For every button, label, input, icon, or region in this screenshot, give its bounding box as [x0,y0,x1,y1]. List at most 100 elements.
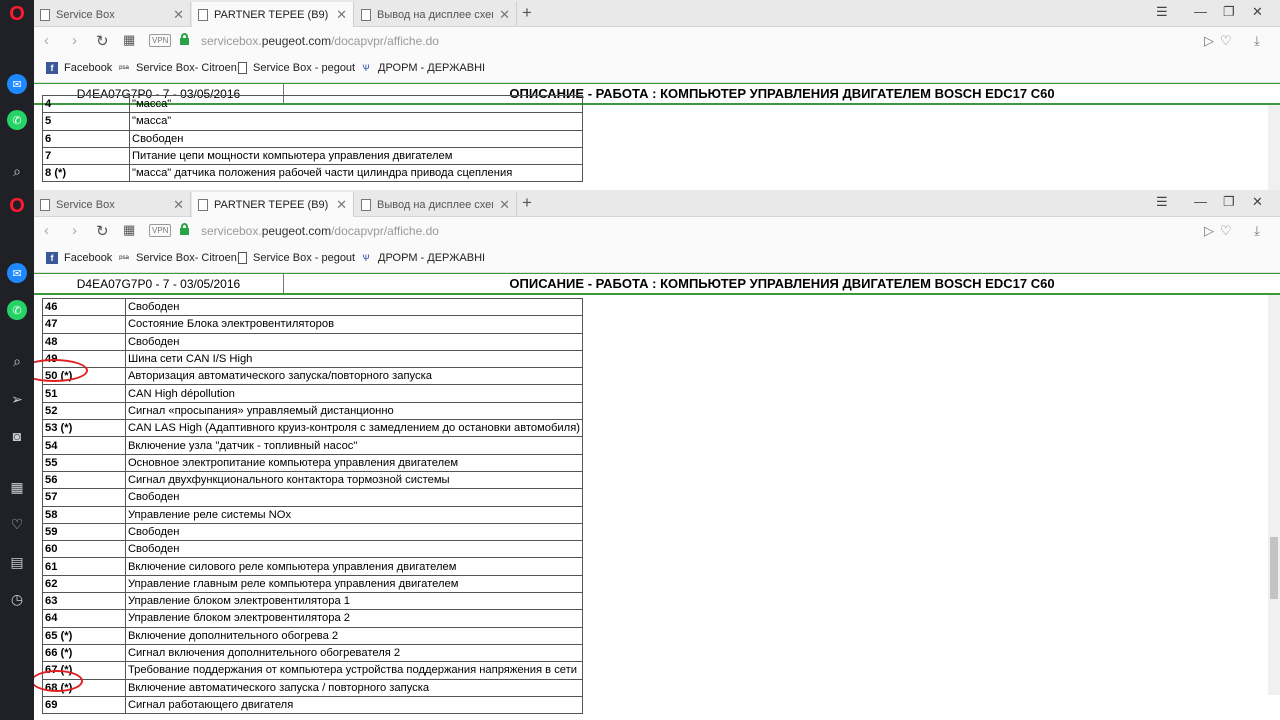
opera-logo-icon-2[interactable]: O [7,195,27,217]
psa-icon: ᵖˢᵃ [119,63,129,73]
pin-description: Свободен [124,540,584,559]
bookmark-heart-icon[interactable]: ♡ [1220,33,1232,49]
close-icon[interactable]: ✕ [499,7,510,23]
bookmarks-bar: f Facebook ᵖˢᵃ Service Box- Citroen Servic… [34,245,1280,273]
tab-schema-display[interactable]: Вывод на дисплее схемы ✕ [355,192,517,217]
table-row: 61 Включение силового реле компьютера упр… [42,557,584,576]
document-content[interactable]: 4 "масса" 5 "масса" 6 Свободен 7 Питание цепи м… [34,94,1280,190]
opera-sidebar: O ✉ ✆ ⌕ O ✉ ✆ ⌕ ➢ ◙ ▦ ♡ ▤ ◷ [0,0,34,720]
snapshot-icon[interactable]: ▷ [1204,223,1214,239]
trident-icon: Ѱ [362,253,370,263]
tab-service-box[interactable]: Service Box ✕ [34,192,191,217]
table-row: 53 (*) CAN LAS High (Адаптивного круиз-ко… [42,419,584,438]
trident-icon: Ѱ [362,63,370,73]
pin-number: 64 [42,609,126,628]
pin-number: 51 [42,384,126,403]
close-icon[interactable]: ✕ [499,197,510,213]
pin-number: 8 (*) [42,164,130,183]
table-row: 7 Питание цепи мощности компьютера управл… [42,146,583,166]
bookmark-pegout[interactable]: Service Box - pegout [238,252,355,264]
reload-icon[interactable]: ↻ [96,32,109,50]
search-icon[interactable]: ⌕ [7,161,27,181]
camera-icon[interactable]: ◙ [7,426,27,446]
table-row: 52 Сигнал «просыпания» управляемый дистан… [42,401,584,421]
pin-description: "масса" [129,112,583,131]
pin-number: 62 [42,574,126,594]
speed-dial-icon[interactable]: ▦ [123,222,135,238]
messenger-icon-2[interactable]: ✉ [7,263,27,283]
close-icon[interactable]: ✕ [336,197,347,213]
close-icon[interactable]: ✕ [173,197,184,213]
scrollbar-thumb[interactable] [1270,537,1278,599]
forward-icon[interactable]: › [72,32,77,49]
pin-description: Управление реле системы NOx [124,505,584,524]
tab-service-box[interactable]: Service Box ✕ [34,2,191,27]
document-content[interactable]: 46 Свободен 47 Состояние Блока электровенти… [34,295,1280,715]
tab-menu-icon[interactable]: ☰ [1156,4,1168,20]
pin-number: 56 [42,470,126,490]
tab-schema-display[interactable]: Вывод на дисплее схемы ✕ [355,2,517,27]
url-field[interactable]: servicebox.peugeot.com/docapvpr/affiche.… [201,224,439,238]
whatsapp-icon[interactable]: ✆ [7,110,27,130]
whatsapp-icon-2[interactable]: ✆ [7,300,27,320]
scrollbar[interactable] [1268,295,1280,695]
back-icon[interactable]: ‹ [44,222,49,239]
news-icon[interactable]: ▤ [7,552,27,572]
send-icon[interactable]: ➢ [7,389,27,409]
vpn-badge[interactable]: VPN [149,224,172,237]
url-field[interactable]: servicebox.peugeot.com/docapvpr/affiche.… [201,34,439,48]
bookmark-drorm[interactable]: Ѱ ДРОРМ - ДЕРЖАВНІ [360,252,485,264]
pin-number: 4 [42,94,130,114]
table-row: 46 Свободен [42,297,584,317]
snapshot-icon[interactable]: ▷ [1204,33,1214,49]
bookmark-facebook[interactable]: f Facebook [46,252,112,264]
pin-number: 65 (*) [42,626,126,645]
restore-icon[interactable]: ❐ [1223,4,1235,20]
history-icon[interactable]: ◷ [7,589,27,609]
search-icon-2[interactable]: ⌕ [7,351,27,371]
back-icon[interactable]: ‹ [44,32,49,49]
reload-icon[interactable]: ↻ [96,222,109,240]
forward-icon[interactable]: › [72,222,77,239]
pin-description: Включение силового реле компьютера управ… [124,557,584,576]
bookmark-pegout[interactable]: Service Box - pegout [238,62,355,74]
restore-icon[interactable]: ❐ [1223,194,1235,210]
heart-icon[interactable]: ♡ [7,514,27,534]
close-icon[interactable]: ✕ [173,7,184,23]
facebook-icon: f [46,62,58,74]
pin-number: 60 [42,540,126,559]
speed-dial-icon[interactable]: ▦ [7,477,27,497]
messenger-icon[interactable]: ✉ [7,74,27,94]
pin-number: 54 [42,436,126,455]
tab-partner-tepee[interactable]: PARTNER TEPEE (B9) - D4E ✕ [192,192,354,217]
close-window-icon[interactable]: ✕ [1252,194,1263,210]
opera-logo-icon[interactable]: O [7,3,27,25]
download-icon[interactable]: ⤓ [1254,223,1260,239]
new-tab-icon[interactable]: + [522,193,532,213]
bookmark-citroen[interactable]: ᵖˢᵃ Service Box- Citroen [118,62,237,74]
tab-partner-tepee[interactable]: PARTNER TEPEE (B9) - D4E ✕ [192,2,354,27]
pin-number: 46 [42,297,126,317]
bookmark-drorm[interactable]: Ѱ ДРОРМ - ДЕРЖАВНІ [360,62,485,74]
bookmark-citroen[interactable]: ᵖˢᵃ Service Box- Citroen [118,252,237,264]
pin-number: 69 [42,695,126,715]
table-row: 57 Свободен [42,488,584,507]
page-icon [40,8,50,21]
table-row: 6 Свободен [42,129,583,148]
scrollbar[interactable] [1268,105,1280,190]
pin-description: Включение узла "датчик - топливный насос… [124,436,584,455]
pin-number: 55 [42,453,126,472]
document-header: D4EA07G7P0 - 7 - 03/05/2016 ОПИСАНИЕ - Р… [34,273,1280,295]
bookmark-heart-icon[interactable]: ♡ [1220,223,1232,239]
vpn-badge[interactable]: VPN [149,34,172,47]
lock-icon [180,223,189,235]
download-icon[interactable]: ⤓ [1254,33,1260,49]
minimize-icon[interactable]: — [1194,4,1207,19]
close-window-icon[interactable]: ✕ [1252,4,1263,20]
bookmark-facebook[interactable]: f Facebook [46,62,112,74]
minimize-icon[interactable]: — [1194,194,1207,209]
close-icon[interactable]: ✕ [336,7,347,23]
new-tab-icon[interactable]: + [522,3,532,23]
speed-dial-icon[interactable]: ▦ [123,32,135,48]
tab-menu-icon[interactable]: ☰ [1156,194,1168,210]
